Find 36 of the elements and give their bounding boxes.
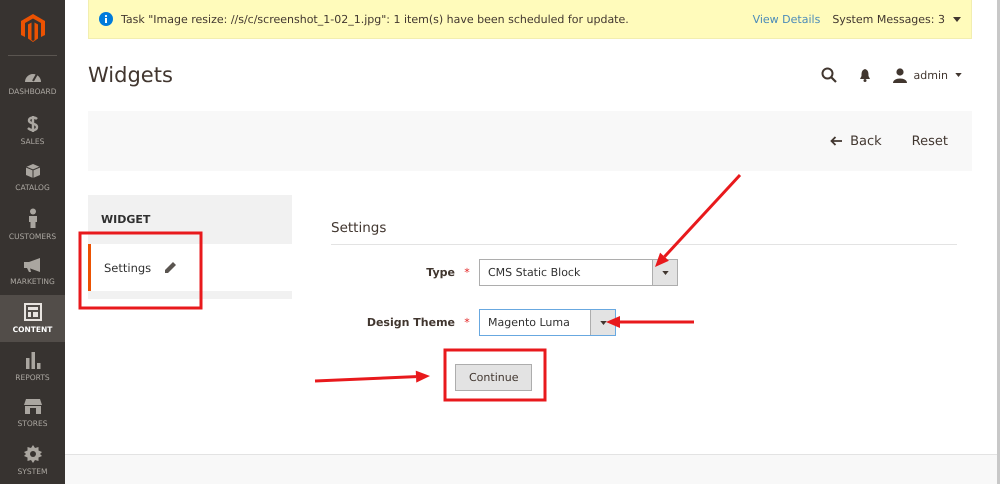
search-icon[interactable] [820, 67, 837, 83]
caret-icon[interactable] [662, 270, 668, 274]
gear-icon [24, 444, 42, 463]
caret-icon[interactable] [955, 73, 962, 77]
box-icon [24, 162, 40, 179]
person-icon [26, 208, 38, 228]
megaphone-icon [22, 257, 42, 274]
arrow-left-icon [830, 136, 842, 146]
section-title: Settings [331, 195, 957, 245]
back-button[interactable]: Back [820, 128, 892, 154]
page-title: Widgets [88, 63, 174, 87]
caret-icon[interactable] [600, 320, 606, 324]
reset-button[interactable]: Reset [902, 128, 958, 154]
info-icon [99, 12, 113, 26]
required-mark: * [463, 266, 471, 279]
store-icon [22, 398, 42, 416]
bell-icon[interactable] [858, 68, 871, 82]
user-icon[interactable] [892, 68, 907, 82]
field-label: Design Theme [366, 316, 455, 329]
select-field[interactable]: CMS Static Block [479, 259, 678, 286]
panel-heading: WIDGET [88, 195, 292, 244]
dollar-icon [26, 114, 40, 133]
pencil-icon [165, 262, 176, 273]
field-label: Type [425, 266, 455, 279]
view-details-link[interactable]: View Details [752, 12, 820, 26]
bar-chart-icon [24, 350, 40, 369]
required-mark: * [463, 316, 471, 329]
continue-button[interactable]: Continue [455, 364, 532, 391]
notification-message: Task "Image resize: //s/c/screenshot_1-02_1.jpg": 1 item(s) have been scheduled for update. [121, 12, 630, 26]
select-field[interactable]: Magento Luma [479, 309, 616, 336]
caret-icon[interactable] [953, 16, 961, 22]
system-messages-label: System Messages: 3 [832, 12, 945, 26]
logo-icon[interactable] [20, 14, 44, 42]
layout-icon [24, 303, 42, 322]
user-name[interactable]: admin [914, 68, 948, 82]
scrollbar[interactable] [997, 0, 1000, 484]
